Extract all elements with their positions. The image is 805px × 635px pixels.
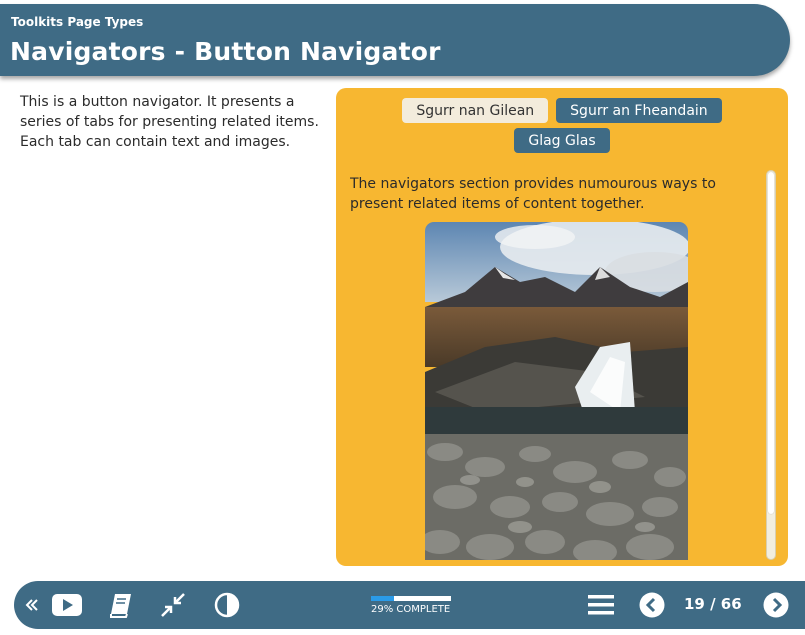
- photo-illustration: [425, 222, 688, 560]
- collapse-left-icon[interactable]: [22, 581, 42, 629]
- progress-label: 29% COMPLETE: [371, 604, 451, 615]
- progress-bar: [371, 596, 451, 601]
- next-icon[interactable]: [762, 581, 790, 629]
- book-icon[interactable]: [104, 581, 138, 629]
- menu-icon[interactable]: [586, 581, 616, 629]
- tab-content: The navigators section provides numourou…: [350, 174, 754, 560]
- page-indicator: 19 / 66: [684, 595, 742, 613]
- tab-content-text: The navigators section provides numourou…: [350, 176, 716, 212]
- previous-icon[interactable]: [638, 581, 666, 629]
- minimize-icon[interactable]: [158, 581, 188, 629]
- page-subtitle: Toolkits Page Types: [11, 15, 144, 29]
- page-title: Navigators - Button Navigator: [10, 37, 441, 66]
- navigator-panel: Sgurr nan Gilean Sgurr an Fheandain Glag…: [336, 88, 788, 566]
- progress-bar-fill: [371, 596, 395, 601]
- footer-toolbar: 29% COMPLETE 19 / 66: [14, 581, 805, 629]
- tab-sgurr-nan-gilean[interactable]: Sgurr nan Gilean: [402, 98, 549, 123]
- contrast-icon[interactable]: [212, 581, 242, 629]
- scrollbar-thumb[interactable]: [768, 172, 774, 514]
- navigator-tabs: Sgurr nan Gilean Sgurr an Fheandain Glag…: [336, 98, 788, 158]
- content-scrollbar[interactable]: [766, 170, 776, 560]
- mountain-waterfall-photo: [425, 222, 688, 560]
- tab-glag-glas[interactable]: Glag Glas: [514, 128, 610, 153]
- page-header: Toolkits Page Types Navigators - Button …: [0, 4, 790, 76]
- progress-indicator: 29% COMPLETE: [371, 596, 451, 615]
- play-icon[interactable]: [50, 581, 84, 629]
- tab-sgurr-an-fheandain[interactable]: Sgurr an Fheandain: [556, 98, 722, 123]
- intro-text: This is a button navigator. It presents …: [20, 94, 319, 150]
